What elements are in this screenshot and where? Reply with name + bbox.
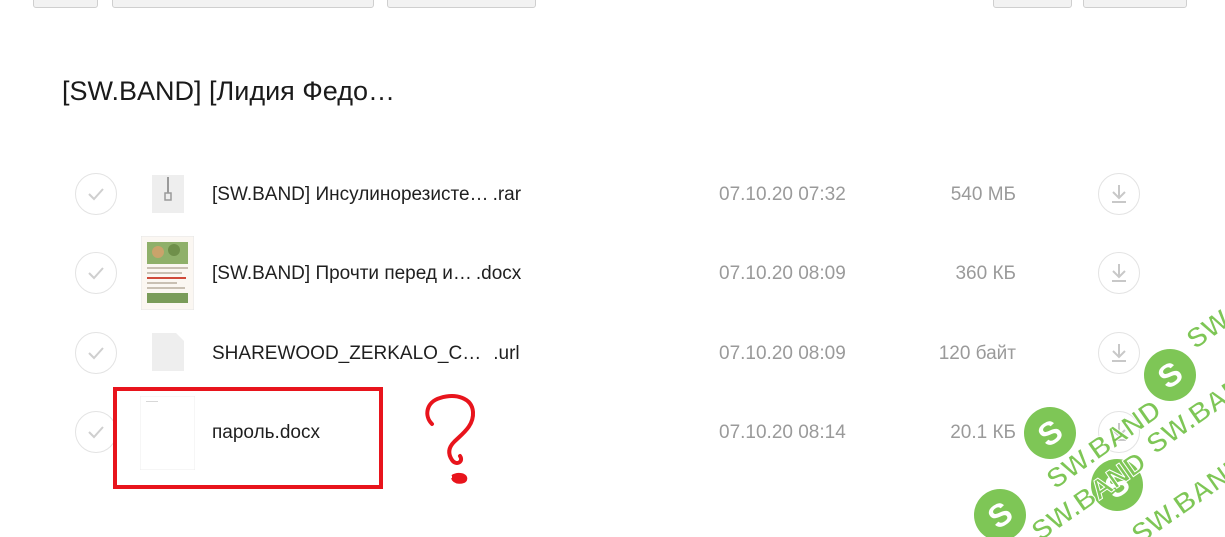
blank-file-icon xyxy=(152,333,184,371)
file-name-base: [SW.BAND] Инсулинорезисте… xyxy=(212,184,489,205)
toolbar-button-2[interactable] xyxy=(112,0,374,8)
file-ext: .rar xyxy=(492,184,522,205)
file-name[interactable]: [SW.BAND] Прочти перед и… .docx xyxy=(212,263,521,285)
file-ext: .docx xyxy=(475,263,522,284)
select-checkbox[interactable] xyxy=(75,173,117,215)
file-ext: .url xyxy=(493,343,520,364)
select-checkbox[interactable] xyxy=(75,411,117,453)
folder-title: [SW.BAND] [Лидия Федо… xyxy=(62,76,396,106)
toolbar-button-4[interactable] xyxy=(993,0,1072,8)
download-button[interactable] xyxy=(1098,252,1140,294)
svg-text:SW.BAND: SW.BAND xyxy=(1181,300,1225,355)
file-size: 540 МБ xyxy=(950,184,1016,205)
file-name[interactable]: SHAREWOOD_ZERKALO_C… .url xyxy=(212,343,520,365)
check-icon xyxy=(88,426,104,439)
download-button[interactable] xyxy=(1098,173,1140,215)
select-checkbox[interactable] xyxy=(75,332,117,374)
archive-file-icon xyxy=(152,175,184,213)
watermark: S S S S SW.BAND SW.BAND SW.BAND SW.BAND … xyxy=(940,300,1225,537)
toolbar-button-5[interactable] xyxy=(1083,0,1187,8)
file-name-base: SHAREWOOD_ZERKALO_C… xyxy=(212,343,482,364)
question-mark-icon xyxy=(425,394,476,484)
check-icon xyxy=(88,267,104,280)
file-name-base: [SW.BAND] Прочти перед и… xyxy=(212,263,472,284)
toolbar-button-3[interactable] xyxy=(387,0,536,8)
file-row[interactable]: [SW.BAND] Инсулинорезисте… .rar 07.10.20 … xyxy=(0,154,1225,234)
document-preview-icon xyxy=(140,235,195,311)
select-checkbox[interactable] xyxy=(75,252,117,294)
toolbar-button-1[interactable] xyxy=(33,0,98,8)
check-icon xyxy=(88,188,104,201)
file-name[interactable]: [SW.BAND] Инсулинорезисте… .rar xyxy=(212,184,521,206)
highlight-box xyxy=(113,387,383,489)
check-icon xyxy=(88,347,104,360)
download-icon xyxy=(1112,264,1126,282)
file-size: 360 КБ xyxy=(955,263,1016,284)
download-icon xyxy=(1112,185,1126,203)
